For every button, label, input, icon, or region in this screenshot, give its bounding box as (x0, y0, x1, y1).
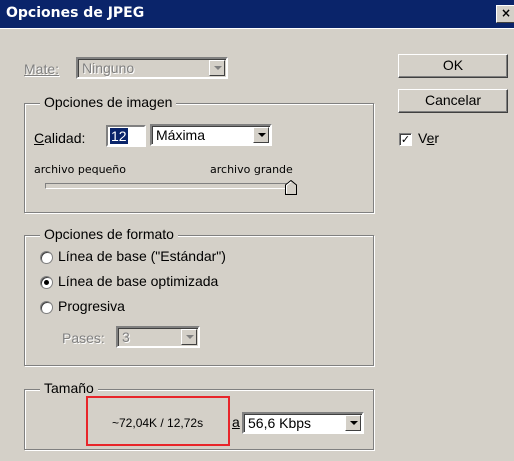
preview-label: Ver (418, 130, 440, 146)
matte-value: Ninguno (82, 60, 135, 76)
large-file-label: archivo grande (210, 163, 293, 176)
small-file-label: archivo pequeño (34, 163, 127, 176)
quality-label: Calidad: (34, 130, 86, 146)
chevron-down-icon (209, 60, 225, 76)
matte-label: Mate: (24, 61, 60, 77)
close-button[interactable]: × (496, 5, 514, 23)
matte-select[interactable]: Ninguno (76, 57, 228, 79)
highlight-box (86, 396, 230, 446)
checkmark-icon: ✓ (400, 133, 411, 146)
quality-value: 12 (110, 128, 128, 144)
radio-baseline-standard[interactable] (40, 251, 53, 264)
chevron-down-icon (253, 127, 269, 143)
quality-slider-track[interactable] (45, 183, 295, 189)
quality-preset-select[interactable]: Máxima (150, 124, 272, 146)
ok-button[interactable]: OK (398, 54, 508, 78)
quality-slider-thumb[interactable] (285, 180, 297, 195)
chevron-down-icon (181, 329, 197, 345)
close-icon: × (500, 6, 512, 20)
image-options-legend: Opciones de imagen (40, 94, 177, 110)
scans-value: 3 (122, 329, 130, 345)
window-title: Opciones de JPEG (6, 5, 145, 21)
title-bar: Opciones de JPEG × (0, 0, 514, 29)
radio-progressive[interactable] (40, 301, 53, 314)
radio-baseline-optimized[interactable] (40, 276, 53, 289)
size-legend: Tamaño (40, 380, 98, 396)
preview-checkbox[interactable]: ✓ (399, 133, 412, 146)
scans-label: Pases: (62, 330, 105, 346)
quality-preset-value: Máxima (156, 127, 206, 143)
connection-speed-value: 56,6 Kbps (248, 415, 312, 431)
size-at-label: a (232, 414, 240, 430)
cancel-button[interactable]: Cancelar (398, 89, 508, 113)
scans-select[interactable]: 3 (116, 326, 200, 348)
format-options-legend: Opciones de formato (40, 226, 178, 242)
radio-progressive-label: Progresiva (58, 298, 125, 314)
radio-baseline-optimized-label: Línea de base optimizada (58, 273, 219, 289)
chevron-down-icon (345, 415, 361, 431)
image-options-group (24, 103, 374, 213)
quality-input[interactable]: 12 (106, 125, 146, 147)
radio-baseline-standard-label: Línea de base ("Estándar") (58, 248, 226, 264)
connection-speed-select[interactable]: 56,6 Kbps (242, 412, 364, 434)
